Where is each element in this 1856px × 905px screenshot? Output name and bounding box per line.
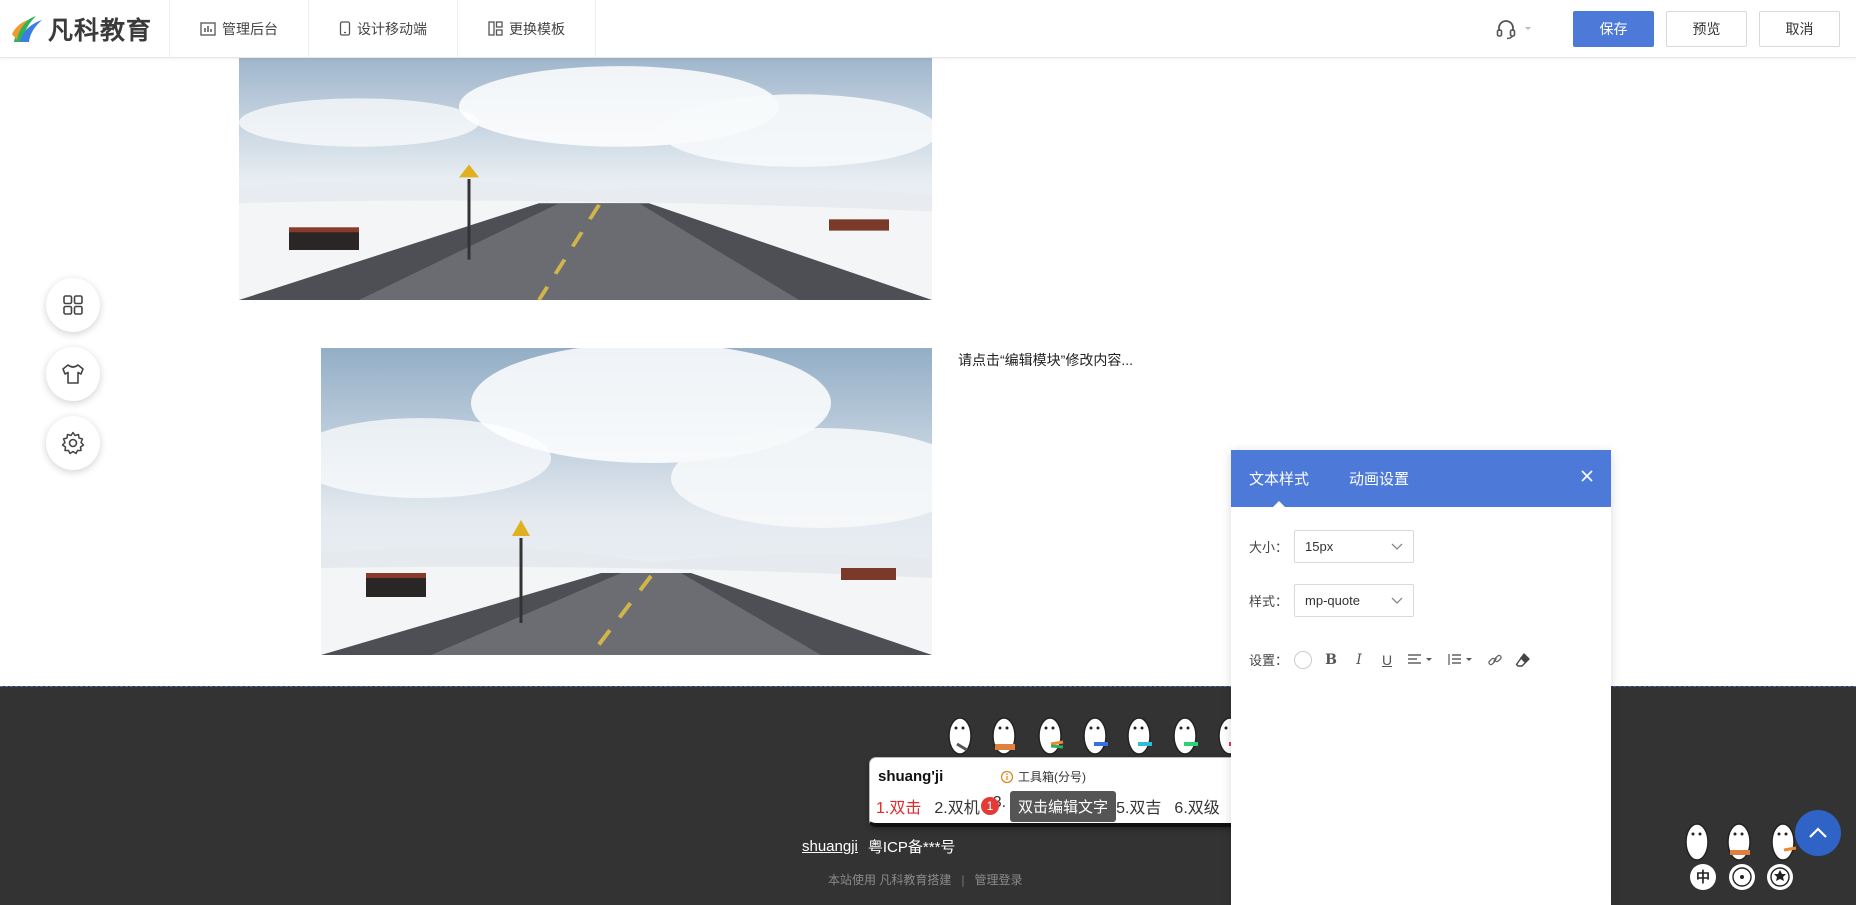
ime-candidate[interactable]: 5.双吉 xyxy=(1116,794,1161,818)
edit-tooltip: 双击编辑文字 xyxy=(1010,791,1117,822)
emoji-sticker-icon[interactable] xyxy=(1078,714,1112,758)
separator: | xyxy=(961,872,965,887)
theme-style-button[interactable] xyxy=(46,347,100,401)
footer-powered: 本站使用 凡科教育搭建 | 管理登录 xyxy=(828,871,1022,888)
tab-animation-settings[interactable]: 动画设置 xyxy=(1349,450,1409,507)
format-toolbar: B I U xyxy=(1294,650,1532,669)
snow-road-illustration xyxy=(239,58,932,300)
emoji-sticker-icon[interactable] xyxy=(943,714,977,758)
back-to-top-button[interactable] xyxy=(1795,810,1841,856)
nav-design-mobile[interactable]: 设计移动端 xyxy=(309,0,458,58)
grid-apps-icon xyxy=(63,295,83,315)
text-color-picker[interactable] xyxy=(1294,650,1313,669)
powered-by-text[interactable]: 本站使用 凡科教育搭建 xyxy=(828,871,951,888)
admin-login-link[interactable]: 管理登录 xyxy=(974,871,1022,888)
settings-label: 设置： xyxy=(1249,653,1289,668)
emoji-sticker-icon[interactable] xyxy=(1680,820,1714,864)
nav-admin-backend[interactable]: 管理后台 xyxy=(170,0,309,58)
ime-toolbox[interactable]: 工具箱(分号) xyxy=(1000,768,1086,785)
nav-template-label: 更换模板 xyxy=(509,20,565,37)
footer-icp: shuangji 粤ICP备***号 xyxy=(802,836,955,857)
logo-text: 凡科教育 xyxy=(48,16,153,45)
module-caption[interactable]: 请点击“编辑模块”修改内容... xyxy=(958,350,1133,370)
caret-down-icon xyxy=(1525,26,1531,30)
site-settings-button[interactable] xyxy=(46,416,100,470)
nav-mobile-label: 设计移动端 xyxy=(357,20,427,37)
size-row: 大小： 15px xyxy=(1249,530,1415,563)
logo[interactable]: 凡科教育 xyxy=(0,0,170,58)
icp-number[interactable]: 粤ICP备***号 xyxy=(868,836,956,857)
snow-road-image-top[interactable] xyxy=(239,58,932,300)
emoji-sticker-icon[interactable] xyxy=(987,714,1021,758)
underline-icon[interactable]: U xyxy=(1378,651,1396,669)
style-row: 样式： mp-quote xyxy=(1249,584,1415,617)
style-value: mp-quote xyxy=(1305,593,1360,608)
size-value: 15px xyxy=(1305,539,1334,554)
ime-input-text: shuang'ji xyxy=(878,768,944,785)
gear-icon xyxy=(61,431,85,455)
ime-toolbox-label: 工具箱(分号) xyxy=(1018,770,1086,784)
customer-service-dropdown[interactable] xyxy=(1495,18,1533,40)
headset-icon xyxy=(1496,19,1516,39)
style-label: 样式： xyxy=(1249,594,1289,609)
module-add-button[interactable] xyxy=(46,278,100,332)
size-select[interactable]: 15px xyxy=(1294,530,1415,563)
snow-road-illustration xyxy=(321,348,932,655)
cancel-button[interactable]: 取消 xyxy=(1759,10,1840,47)
clear-format-eraser-icon[interactable] xyxy=(1514,651,1532,669)
save-button[interactable]: 保存 xyxy=(1573,10,1654,47)
ime-candidate[interactable]: 6.双级 xyxy=(1174,794,1219,818)
nav-admin-label: 管理后台 xyxy=(222,20,278,37)
top-toolbar: 凡科教育 管理后台 设计移动端 更换模板 保存 预览 取消 xyxy=(0,0,1856,58)
text-style-panel: 文本样式 动画设置 大小： 15px 样式： mp-quote 设置： B I … xyxy=(1231,450,1611,905)
align-dropdown-icon[interactable] xyxy=(1406,651,1436,669)
emoji-sticker-icon[interactable] xyxy=(1122,714,1156,758)
logo-mark-icon xyxy=(12,15,42,42)
info-icon xyxy=(1000,770,1014,783)
emoji-sticker-icon[interactable] xyxy=(1722,820,1756,864)
style-select[interactable]: mp-quote xyxy=(1294,584,1415,617)
size-label: 大小： xyxy=(1249,540,1289,555)
ime-settings-icon[interactable] xyxy=(1767,864,1793,890)
chevron-up-icon xyxy=(1809,827,1827,838)
preview-button[interactable]: 预览 xyxy=(1666,10,1747,47)
notification-badge: 1 xyxy=(981,797,999,815)
top-right-actions: 保存 预览 取消 xyxy=(1495,0,1856,58)
line-height-dropdown-icon[interactable] xyxy=(1446,651,1476,669)
tab-text-style[interactable]: 文本样式 xyxy=(1249,450,1309,507)
template-icon xyxy=(488,21,503,36)
emoji-sticker-icon[interactable] xyxy=(1168,714,1202,758)
settings-row: 设置： B I U xyxy=(1249,650,1532,669)
bold-icon[interactable]: B xyxy=(1322,651,1340,669)
italic-icon[interactable]: I xyxy=(1350,651,1368,669)
ime-composition-text: shuangji xyxy=(802,838,858,855)
nav-change-template[interactable]: 更换模板 xyxy=(458,0,596,58)
ime-chinese-mode-icon[interactable]: 中 xyxy=(1690,864,1716,890)
link-icon[interactable] xyxy=(1486,651,1504,669)
chevron-down-icon xyxy=(1391,543,1403,550)
ime-candidate[interactable]: 2.双机 xyxy=(934,794,979,818)
snow-road-image-bottom[interactable] xyxy=(321,348,932,655)
shirt-icon xyxy=(62,364,84,384)
bar-chart-icon xyxy=(200,21,216,36)
ime-candidate[interactable]: 1.双击 xyxy=(876,794,921,818)
chevron-down-icon xyxy=(1391,597,1403,604)
mobile-icon xyxy=(339,21,351,36)
ime-punctuation-icon[interactable] xyxy=(1729,864,1755,890)
panel-header: 文本样式 动画设置 xyxy=(1231,450,1611,507)
emoji-sticker-icon[interactable] xyxy=(1033,714,1067,758)
close-icon[interactable] xyxy=(1577,466,1597,486)
